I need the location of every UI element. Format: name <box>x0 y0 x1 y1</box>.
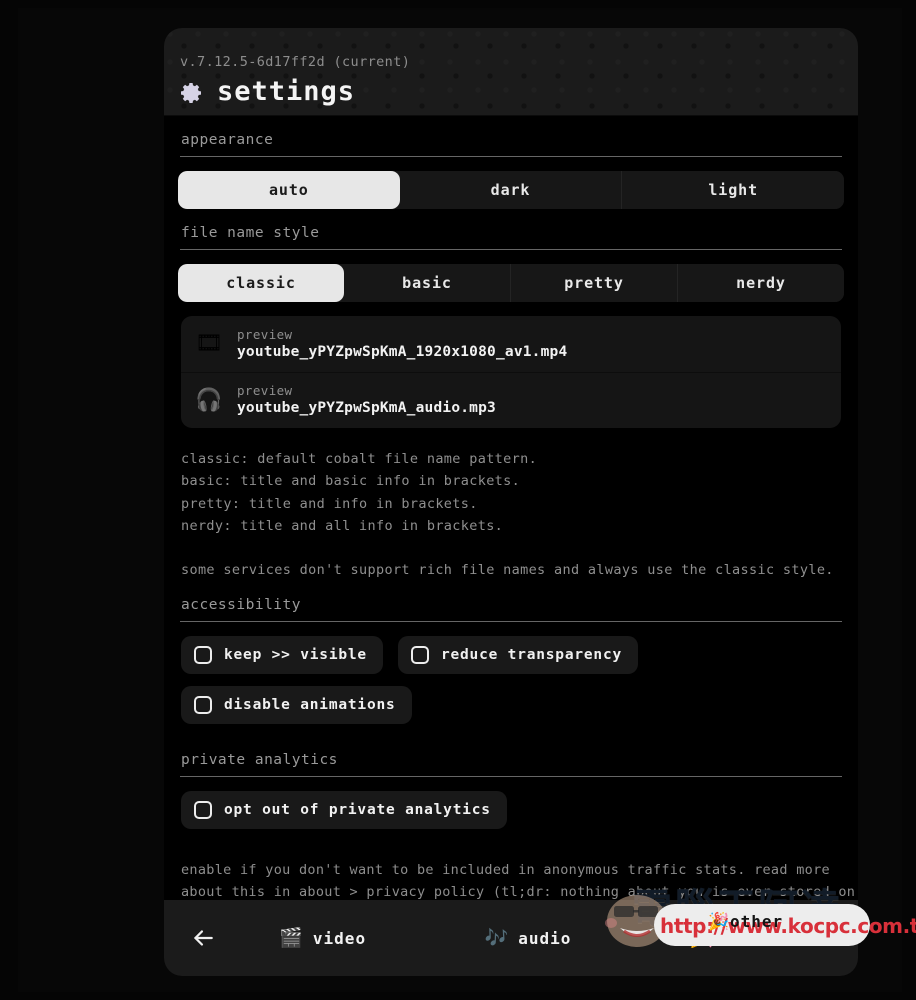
checkbox-reduce-transparency[interactable]: reduce transparency <box>397 636 639 675</box>
checkbox-box-icon[interactable] <box>194 696 212 715</box>
file-name-style-option-basic[interactable]: basic <box>344 264 511 302</box>
preview-filename: youtube_yPYZpwSpKmA_1920x1080_av1.mp4 <box>237 343 568 360</box>
private-analytics-note: enable if you don't want to be included … <box>178 841 856 900</box>
checkbox-box-icon[interactable] <box>194 801 212 820</box>
checkbox-box-icon[interactable] <box>410 646 429 665</box>
description-footnote: some services don't support rich file na… <box>181 562 834 579</box>
appearance-option-light[interactable]: light <box>622 171 844 209</box>
file-name-style-option-classic[interactable]: classic <box>178 264 344 302</box>
accessibility-row-2: disable animations <box>181 686 841 725</box>
note-line-2: about this in about > privacy policy (tl… <box>181 884 856 900</box>
version-label: v.7.12.5-6d17ff2d (current) <box>180 54 411 70</box>
checkbox-box-icon[interactable] <box>194 646 212 665</box>
back-arrow-glyph <box>194 930 213 946</box>
preview-group: 🎞 preview youtube_yPYZpwSpKmA_1920x1080_… <box>181 316 841 428</box>
appearance-segmented-control[interactable]: auto dark light <box>178 171 844 209</box>
section-label-appearance: appearance <box>181 132 274 148</box>
headphones-icon: 🎧 <box>195 387 223 413</box>
file-name-style-option-nerdy[interactable]: nerdy <box>678 264 844 302</box>
party-popper-icon: 🎉 <box>689 927 714 949</box>
preview-texts: preview youtube_yPYZpwSpKmA_audio.mp3 <box>237 384 496 417</box>
description-basic: basic: title and basic info in brackets. <box>181 473 521 490</box>
file-name-style-option-pretty[interactable]: pretty <box>511 264 678 302</box>
tab-other[interactable]: 🎉 other <box>631 927 836 949</box>
checkbox-opt-out-analytics[interactable]: opt out of private analytics <box>181 791 507 830</box>
preview-caption: preview <box>237 326 293 342</box>
nav-tabs: 🎬 video 🎶 audio 🎉 other <box>220 927 836 949</box>
film-frames-icon: 🎞 <box>195 331 223 356</box>
preview-row-video[interactable]: 🎞 preview youtube_yPYZpwSpKmA_1920x1080_… <box>181 316 841 372</box>
tab-label-audio: audio <box>518 928 572 948</box>
private-analytics-row: opt out of private analytics <box>181 791 841 830</box>
preview-texts: preview youtube_yPYZpwSpKmA_1920x1080_av… <box>237 326 568 361</box>
footer-navigation: 🎬 video 🎶 audio 🎉 other <box>164 900 858 976</box>
note-line-1: enable if you don't want to be included … <box>181 862 830 879</box>
file-name-style-segmented-control[interactable]: classic basic pretty nerdy <box>178 264 844 302</box>
file-name-style-descriptions: classic: default cobalt file name patter… <box>178 428 844 581</box>
card-body: appearance auto dark light file name sty… <box>164 116 858 900</box>
description-classic: classic: default cobalt file name patter… <box>181 451 538 467</box>
divider-accessibility <box>180 621 842 623</box>
title-row: settings <box>180 77 858 107</box>
tab-label-video: video <box>312 928 367 948</box>
gear-icon <box>181 83 201 103</box>
checkbox-label: disable animations <box>224 697 396 714</box>
divider-appearance <box>180 156 842 157</box>
divider-private-analytics <box>180 776 842 778</box>
divider-file-name-style <box>180 249 842 250</box>
tab-video[interactable]: 🎬 video <box>220 927 425 949</box>
section-label-file-name-style: file name style <box>181 225 320 241</box>
appearance-option-auto[interactable]: auto <box>178 171 400 209</box>
app-root: v.7.12.5-6d17ff2d (current) settings app… <box>0 0 916 1000</box>
section-label-accessibility: accessibility <box>181 597 301 614</box>
card-header: v.7.12.5-6d17ff2d (current) settings <box>164 28 858 116</box>
checkbox-keep-visible[interactable]: keep >> visible <box>181 636 383 675</box>
checkbox-label: reduce transparency <box>440 647 623 664</box>
settings-card: v.7.12.5-6d17ff2d (current) settings app… <box>164 28 858 976</box>
page-title: settings <box>217 76 356 107</box>
appearance-option-dark[interactable]: dark <box>399 171 623 209</box>
section-label-private-analytics: private analytics <box>181 752 338 769</box>
preview-row-audio[interactable]: 🎧 preview youtube_yPYZpwSpKmA_audio.mp3 <box>181 372 841 428</box>
checkbox-label: keep >> visible <box>224 647 367 664</box>
clapper-board-icon: 🎬 <box>279 927 303 949</box>
preview-caption: preview <box>237 383 293 398</box>
description-nerdy: nerdy: title and all info in brackets. <box>181 517 504 534</box>
accessibility-row-1: keep >> visible reduce transparency <box>181 636 841 675</box>
tab-label-other: other <box>723 928 777 948</box>
preview-filename: youtube_yPYZpwSpKmA_audio.mp3 <box>237 400 496 416</box>
tab-audio[interactable]: 🎶 audio <box>425 927 630 949</box>
back-arrow-icon[interactable] <box>186 921 220 955</box>
checkbox-disable-animations[interactable]: disable animations <box>181 686 412 725</box>
description-pretty: pretty: title and info in brackets. <box>181 495 478 512</box>
musical-notes-icon: 🎶 <box>484 927 509 949</box>
checkbox-label: opt out of private analytics <box>224 802 491 819</box>
